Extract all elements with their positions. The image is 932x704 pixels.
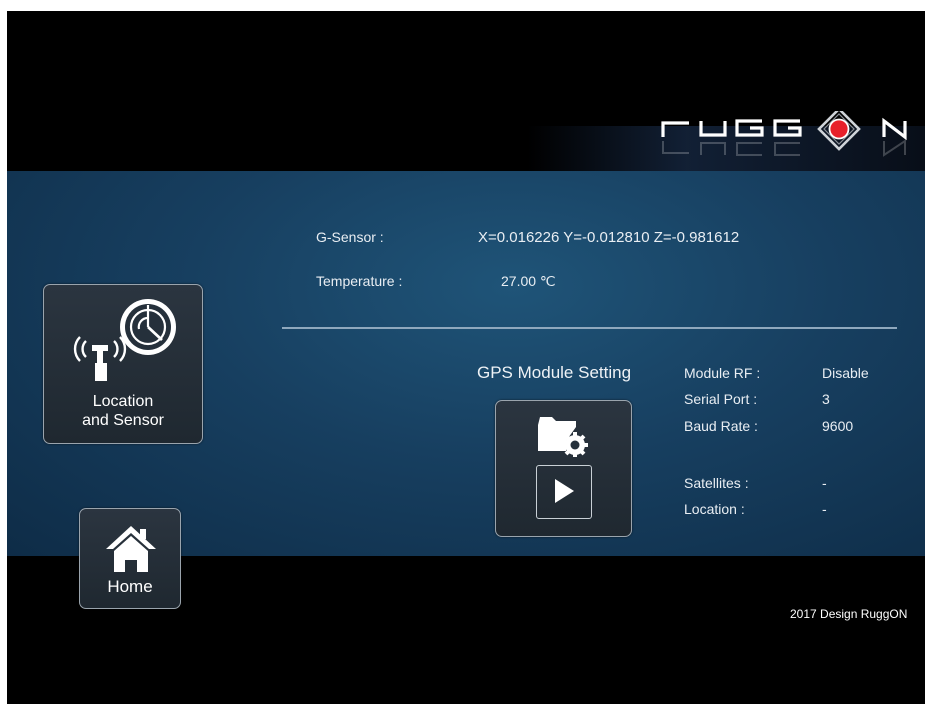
folder-gear-icon[interactable]	[536, 415, 592, 457]
g-sensor-label: G-Sensor :	[316, 229, 384, 245]
satellites-label: Satellites :	[684, 475, 749, 491]
baud-rate-value: 9600	[822, 418, 854, 434]
satellites-value: -	[822, 475, 827, 491]
ruggon-logo	[661, 111, 907, 157]
location-value: -	[822, 501, 827, 517]
serial-port-value: 3	[822, 391, 830, 407]
gps-module-panel	[495, 400, 632, 537]
location-tile-line2: and Sensor	[82, 412, 164, 429]
antenna-radar-icon	[73, 299, 176, 381]
baud-rate-label: Baud Rate :	[684, 418, 758, 434]
app-screen: G-Sensor : X=0.016226 Y=-0.012810 Z=-0.9…	[7, 11, 925, 704]
gps-module-setting-title: GPS Module Setting	[477, 363, 632, 382]
module-rf-value: Disable	[822, 365, 869, 381]
home-icon	[106, 526, 156, 572]
section-divider	[282, 327, 897, 329]
home-label: Home	[107, 577, 153, 596]
location-tile-line1: Location	[92, 393, 154, 410]
module-rf-label: Module RF :	[684, 365, 761, 381]
play-icon	[555, 479, 574, 503]
serial-port-label: Serial Port :	[684, 391, 758, 407]
play-button[interactable]	[536, 465, 592, 519]
temperature-value: 27.00 ℃	[501, 273, 556, 289]
g-sensor-value: X=0.016226 Y=-0.012810 Z=-0.981612	[478, 229, 740, 246]
location-sensor-button[interactable]: Location and Sensor	[43, 284, 203, 444]
temperature-label: Temperature :	[316, 273, 403, 289]
footer-copyright: 2017 Design RuggON	[790, 607, 908, 621]
location-label: Location :	[684, 501, 745, 517]
home-button[interactable]: Home	[79, 508, 181, 609]
